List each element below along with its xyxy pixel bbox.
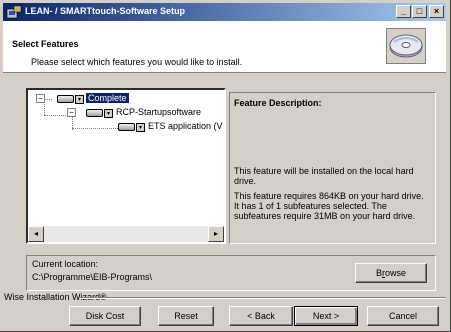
scroll-right-button[interactable]: ▸: [208, 226, 224, 242]
feature-description-title: Feature Description:: [234, 98, 322, 108]
tree-item-ets[interactable]: ▾ ETS application (V: [28, 120, 224, 134]
drive-icon: [118, 123, 135, 131]
feature-dropdown-icon[interactable]: ▾: [136, 123, 145, 132]
current-location-label: Current location:: [32, 259, 99, 269]
current-location-path: C:\Programme\EIB-Programs\: [32, 272, 153, 282]
collapse-toggle[interactable]: −: [36, 94, 45, 103]
reset-button[interactable]: Reset: [158, 306, 214, 326]
drive-icon: [57, 95, 74, 103]
location-panel: Current location: C:\Programme\EIB-Progr…: [26, 255, 436, 291]
window-title: LEAN- / SMARTtouch-Software Setup: [25, 6, 185, 16]
page-subtitle: Please select which features you would l…: [31, 57, 243, 67]
collapse-toggle[interactable]: −: [67, 108, 76, 117]
maximize-button[interactable]: □: [412, 5, 427, 18]
setup-app-icon: [6, 5, 22, 19]
tree-item-label: RCP-Startupsoftware: [116, 107, 202, 117]
title-bar[interactable]: LEAN- / SMARTtouch-Software Setup _ □ ×: [3, 3, 446, 21]
scroll-left-button[interactable]: ◂: [28, 226, 44, 242]
browse-label-suffix: owse: [385, 268, 407, 278]
tree-item-complete[interactable]: − ▾ Complete: [28, 92, 218, 106]
cd-disc-icon: [386, 28, 426, 64]
browse-button[interactable]: Browse: [355, 263, 427, 283]
feature-tree-content: − ▾ Complete − ▾ RCP-Startupsoftware ▾ E…: [28, 90, 224, 226]
page-title: Select Features: [12, 39, 79, 49]
tree-item-rcp[interactable]: − ▾ RCP-Startupsoftware: [28, 106, 218, 120]
horizontal-scrollbar[interactable]: ◂ ▸: [28, 226, 224, 242]
cancel-button[interactable]: Cancel: [367, 306, 439, 326]
tree-item-label: ETS application (V: [148, 121, 223, 131]
close-button[interactable]: ×: [429, 5, 444, 18]
feature-dropdown-icon[interactable]: ▾: [104, 109, 113, 118]
feature-dropdown-icon[interactable]: ▾: [75, 95, 84, 104]
disk-cost-button[interactable]: Disk Cost: [69, 306, 141, 326]
setup-window: LEAN- / SMARTtouch-Software Setup _ □ × …: [0, 0, 451, 332]
drive-icon: [86, 109, 103, 117]
back-button[interactable]: < Back: [229, 306, 293, 326]
feature-description-panel: Feature Description: This feature will b…: [229, 92, 436, 244]
minimize-button[interactable]: _: [396, 5, 411, 18]
header-banner: Select Features Please select which feat…: [3, 21, 446, 73]
tree-item-label: Complete: [86, 93, 129, 103]
feature-tree[interactable]: − ▾ Complete − ▾ RCP-Startupsoftware ▾ E…: [26, 88, 226, 244]
footer-separator: [80, 297, 446, 299]
next-button[interactable]: Next >: [294, 306, 358, 326]
feature-description-install: This feature will be installed on the lo…: [234, 166, 414, 186]
feature-description-requirements: This feature requires 864KB on your hard…: [234, 191, 424, 221]
